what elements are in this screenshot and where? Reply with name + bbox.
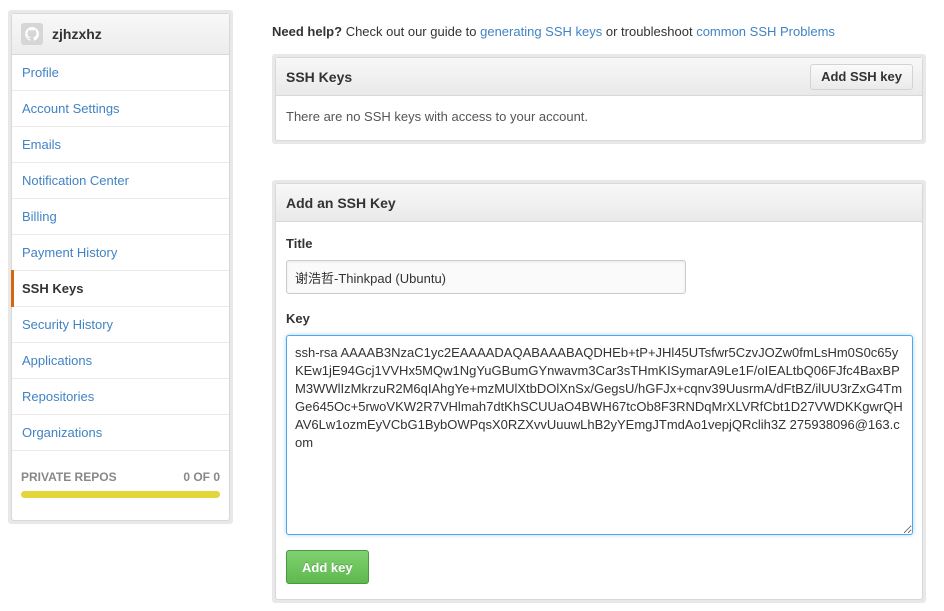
- sidebar-item-security-history[interactable]: Security History: [12, 307, 229, 343]
- private-repos-label: PRIVATE REPOS: [21, 470, 117, 484]
- sidebar-item-emails[interactable]: Emails: [12, 127, 229, 163]
- sidebar-item-notification-center[interactable]: Notification Center: [12, 163, 229, 199]
- profile-header: zjhzxhz: [12, 14, 229, 55]
- title-input[interactable]: [286, 260, 686, 294]
- ssh-keys-box: SSH Keys Add SSH key There are no SSH ke…: [272, 54, 926, 144]
- sidebar-item-ssh-keys[interactable]: SSH Keys: [11, 270, 229, 307]
- add-ssh-key-header: Add an SSH Key: [276, 184, 922, 222]
- add-ssh-key-form: Title Key Add key: [276, 222, 922, 584]
- sidebar-item-applications[interactable]: Applications: [12, 343, 229, 379]
- add-ssh-key-button[interactable]: Add SSH key: [810, 63, 913, 90]
- private-repos-progress: [21, 491, 220, 498]
- title-label: Title: [286, 236, 313, 251]
- help-text: Need help? Check out our guide to genera…: [272, 24, 835, 39]
- sidebar-item-account-settings[interactable]: Account Settings: [12, 91, 229, 127]
- username[interactable]: zjhzxhz: [52, 26, 102, 42]
- avatar[interactable]: [21, 23, 43, 45]
- ssh-keys-title: SSH Keys: [286, 68, 353, 85]
- sidebar-item-profile[interactable]: Profile: [12, 55, 229, 91]
- settings-sidebar: zjhzxhz Profile Account Settings Emails Not…: [8, 10, 233, 524]
- settings-nav: Profile Account Settings Emails Notificatio…: [11, 55, 229, 451]
- private-repos-meter: PRIVATE REPOS 0 OF 0: [21, 470, 220, 498]
- generating-ssh-keys-link[interactable]: generating SSH keys: [480, 24, 602, 39]
- private-repos-progress-fill: [21, 491, 220, 498]
- sidebar-item-organizations[interactable]: Organizations: [12, 415, 229, 451]
- help-text-2: or troubleshoot: [602, 24, 697, 39]
- no-ssh-keys-message: There are no SSH keys with access to you…: [286, 109, 589, 124]
- key-label: Key: [286, 311, 310, 326]
- settings-sidebar-panel: zjhzxhz Profile Account Settings Emails Not…: [11, 13, 230, 521]
- ssh-keys-header: SSH Keys Add SSH key: [276, 58, 922, 96]
- sidebar-item-payment-history[interactable]: Payment History: [12, 235, 229, 271]
- github-octocat-icon: [25, 27, 39, 41]
- add-ssh-key-title: Add an SSH Key: [286, 194, 396, 211]
- key-textarea[interactable]: [286, 335, 913, 535]
- common-ssh-problems-link[interactable]: common SSH Problems: [696, 24, 835, 39]
- help-lead: Need help?: [272, 24, 343, 39]
- add-key-button[interactable]: Add key: [286, 550, 369, 584]
- help-text-1: Check out our guide to: [342, 24, 481, 39]
- private-repos-count: 0 OF 0: [183, 470, 220, 484]
- add-ssh-key-box: Add an SSH Key Title Key Add key: [272, 180, 926, 603]
- sidebar-item-billing[interactable]: Billing: [12, 199, 229, 235]
- sidebar-item-repositories[interactable]: Repositories: [12, 379, 229, 415]
